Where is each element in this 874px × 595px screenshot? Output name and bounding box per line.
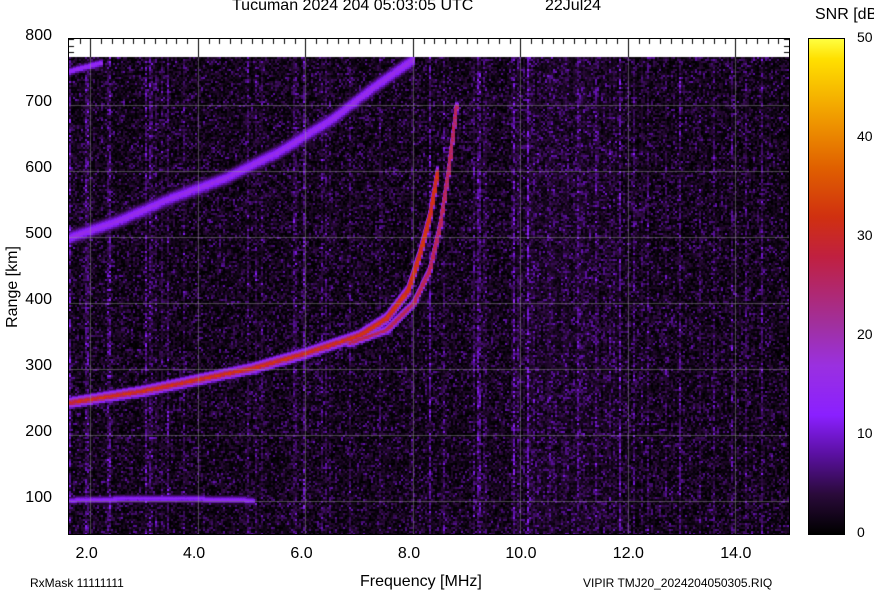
y-axis-label: Range [km]: [3, 246, 21, 328]
y-tick-label: 800: [25, 27, 52, 44]
x-tick-label: 6.0: [290, 545, 313, 562]
colorbar-tick-label: 20: [857, 326, 873, 342]
colorbar-tick-label: 0: [857, 524, 865, 540]
y-tick-label: 500: [25, 225, 52, 242]
x-tick-label: 4.0: [182, 545, 206, 562]
y-tick-label: 200: [25, 423, 52, 440]
colorbar-label: SNR [dB]: [815, 6, 874, 23]
x-tick-label: 14.0: [720, 545, 752, 562]
ionogram-heatmap: [69, 39, 789, 534]
x-tick-label: 8.0: [397, 545, 421, 562]
y-tick-label: 700: [25, 93, 52, 110]
x-tick-label: 12.0: [612, 545, 644, 562]
chart-title: Tucuman 2024 204 05:03:05 UTC: [232, 0, 474, 14]
y-tick-label: 300: [25, 357, 52, 374]
chart-date: 22Jul24: [545, 0, 602, 14]
colorbar-tick-label: 30: [857, 227, 873, 243]
x-tick-label: 10.0: [505, 545, 537, 562]
colorbar-tick-label: 10: [857, 425, 873, 441]
ionogram-plot: [68, 38, 790, 535]
colorbar-tick-label: 50: [857, 29, 873, 45]
y-tick-label: 600: [25, 159, 52, 176]
colorbar-tick-label: 40: [857, 128, 873, 144]
colorbar: [808, 38, 845, 535]
x-axis-label: Frequency [MHz]: [360, 573, 482, 590]
rxmask-label: RxMask 11111111: [30, 576, 124, 590]
x-tick-label: 2.0: [75, 545, 98, 562]
y-tick-label: 100: [25, 489, 52, 506]
file-label: VIPIR TMJ20_2024204050305.RIQ: [583, 576, 773, 590]
